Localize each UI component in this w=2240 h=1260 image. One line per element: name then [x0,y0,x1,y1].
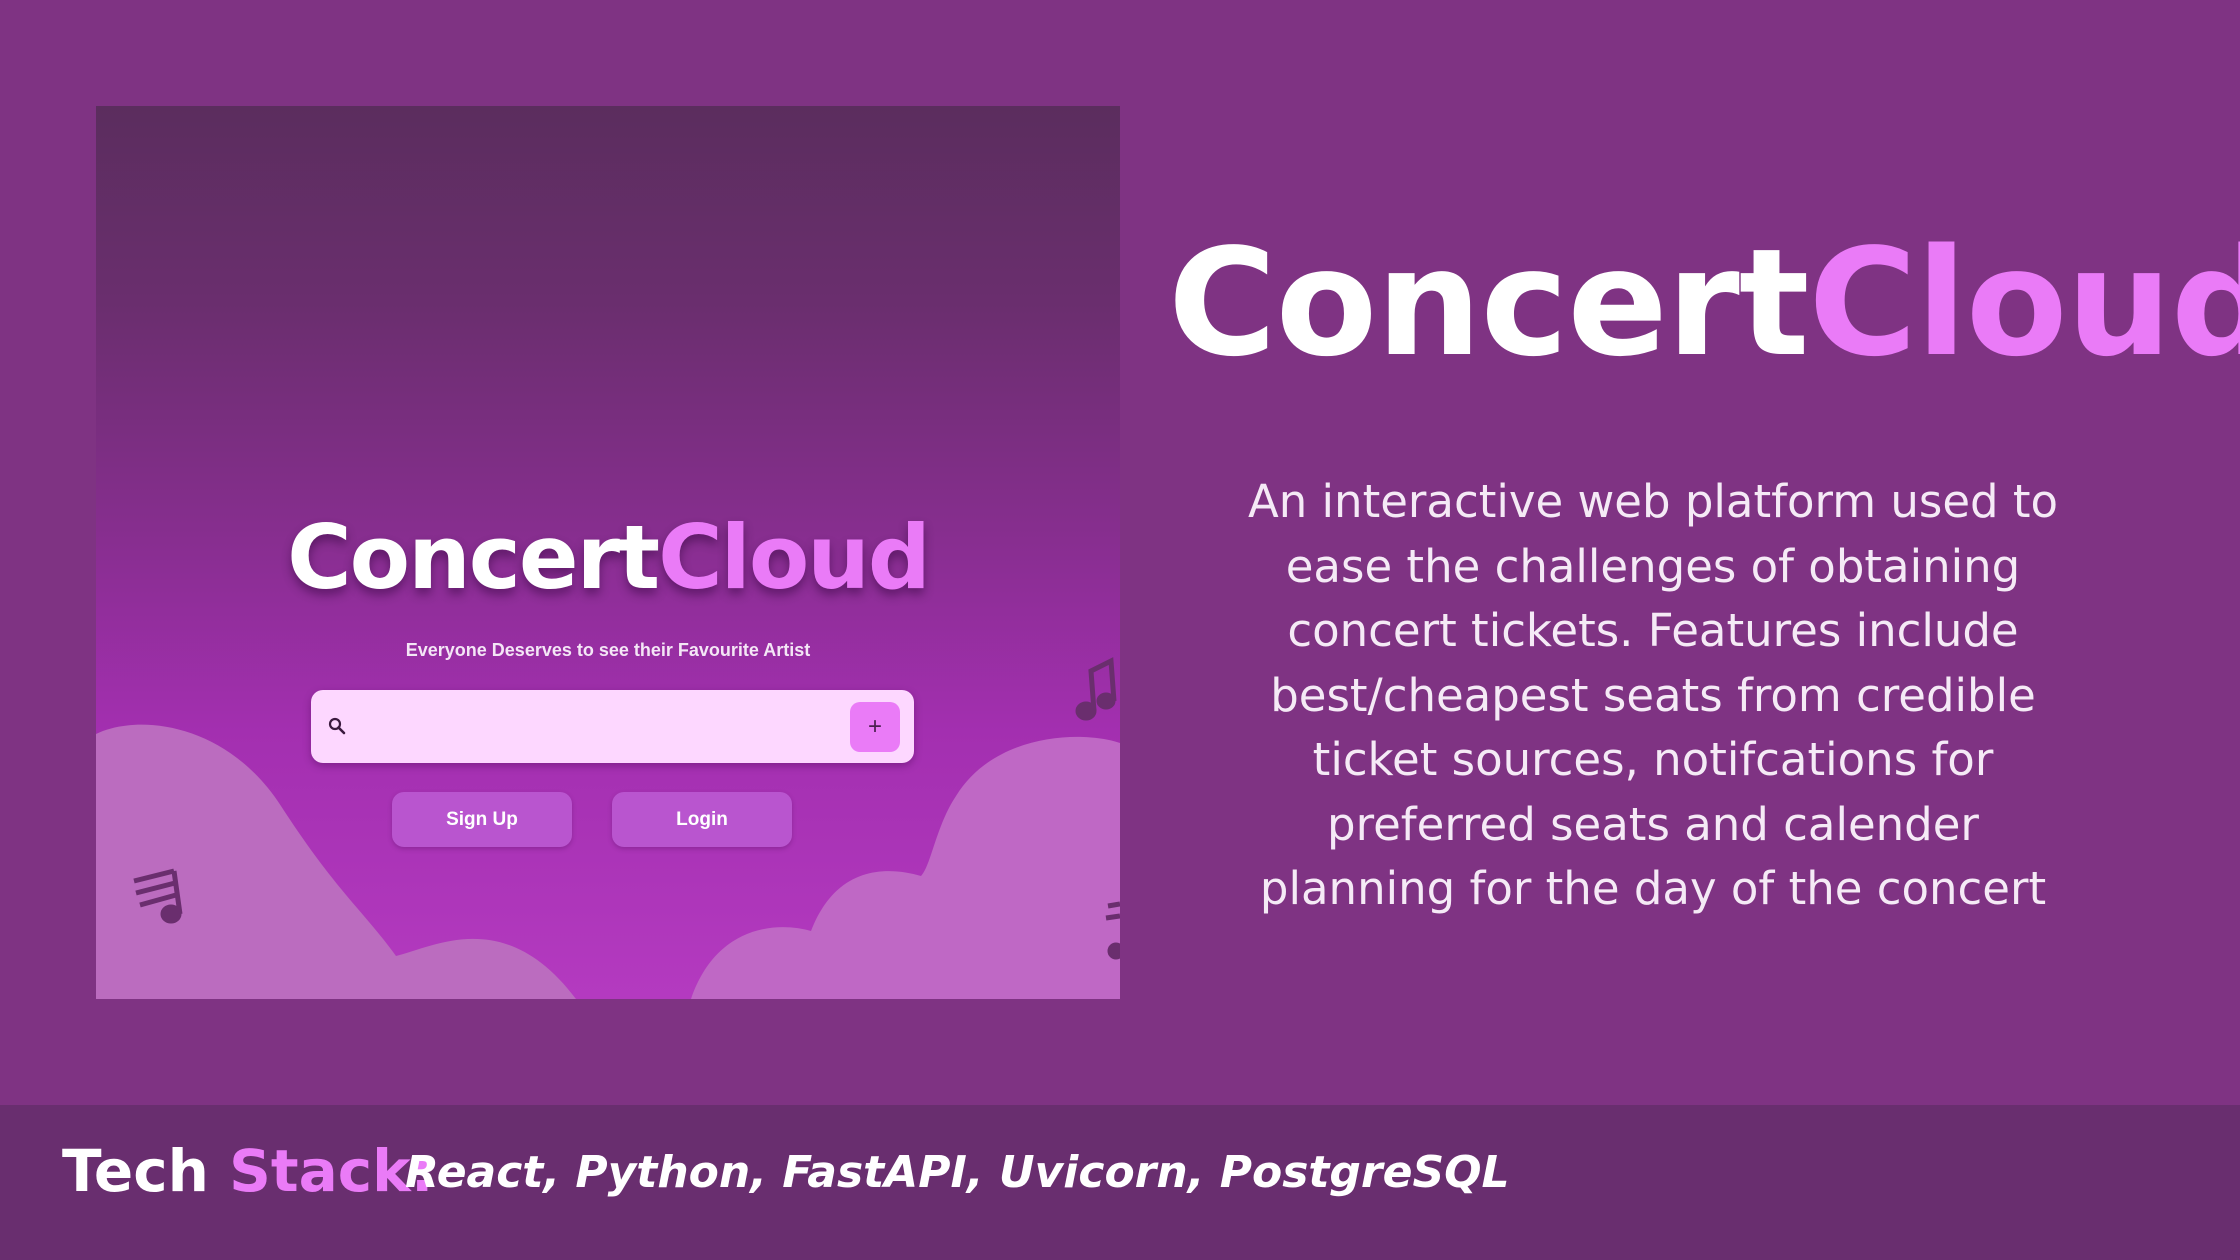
project-description: An interactive web platform used to ease… [1220,470,2086,922]
tech-stack-list: React, Python, FastAPI, Uvicorn, Postgre… [405,1147,1510,1198]
plus-icon: + [867,713,882,740]
hero-title-concert: Concert [1168,217,1809,389]
cloud-left [96,724,576,999]
add-button[interactable]: + [850,702,900,752]
search-bar: + [311,690,914,763]
search-icon [328,717,346,735]
search-input[interactable] [361,704,841,748]
sign-up-button[interactable]: Sign Up [392,792,572,847]
hero-title: ConcertCloud [1168,218,2240,388]
cloud-right [691,736,1120,999]
description-line: preferred seats and calender [1327,797,1979,851]
tech-stack-label: Tech Stack: [62,1137,434,1205]
description-line: ticket sources, notifcations for [1312,733,1994,786]
app-screenshot: ConcertCloud Everyone Deserves to see th… [96,106,1120,999]
tech-label-word: Tech [62,1137,209,1205]
hero-title-cloud: Cloud [1808,217,2240,389]
description-line: best/cheapest seats from credible [1270,668,2036,722]
app-title-cloud: Cloud [658,506,931,609]
description-line: An interactive web platform used to [1247,475,2059,528]
music-note-icon [1075,657,1117,721]
tech-stack-bar: Tech Stack: React, Python, FastAPI, Uvic… [0,1105,2240,1260]
app-title-concert: Concert [287,506,660,609]
description-line: planning for the day of the concert [1259,862,2047,915]
login-button[interactable]: Login [612,792,792,847]
app-title: ConcertCloud [96,506,1120,609]
description-line: ease the challenges of obtaining [1285,539,2021,593]
app-subtitle: Everyone Deserves to see their Favourite… [405,640,811,660]
stack-label-word: Stack: [229,1137,434,1205]
description-line: concert tickets. Features include [1287,604,2019,657]
